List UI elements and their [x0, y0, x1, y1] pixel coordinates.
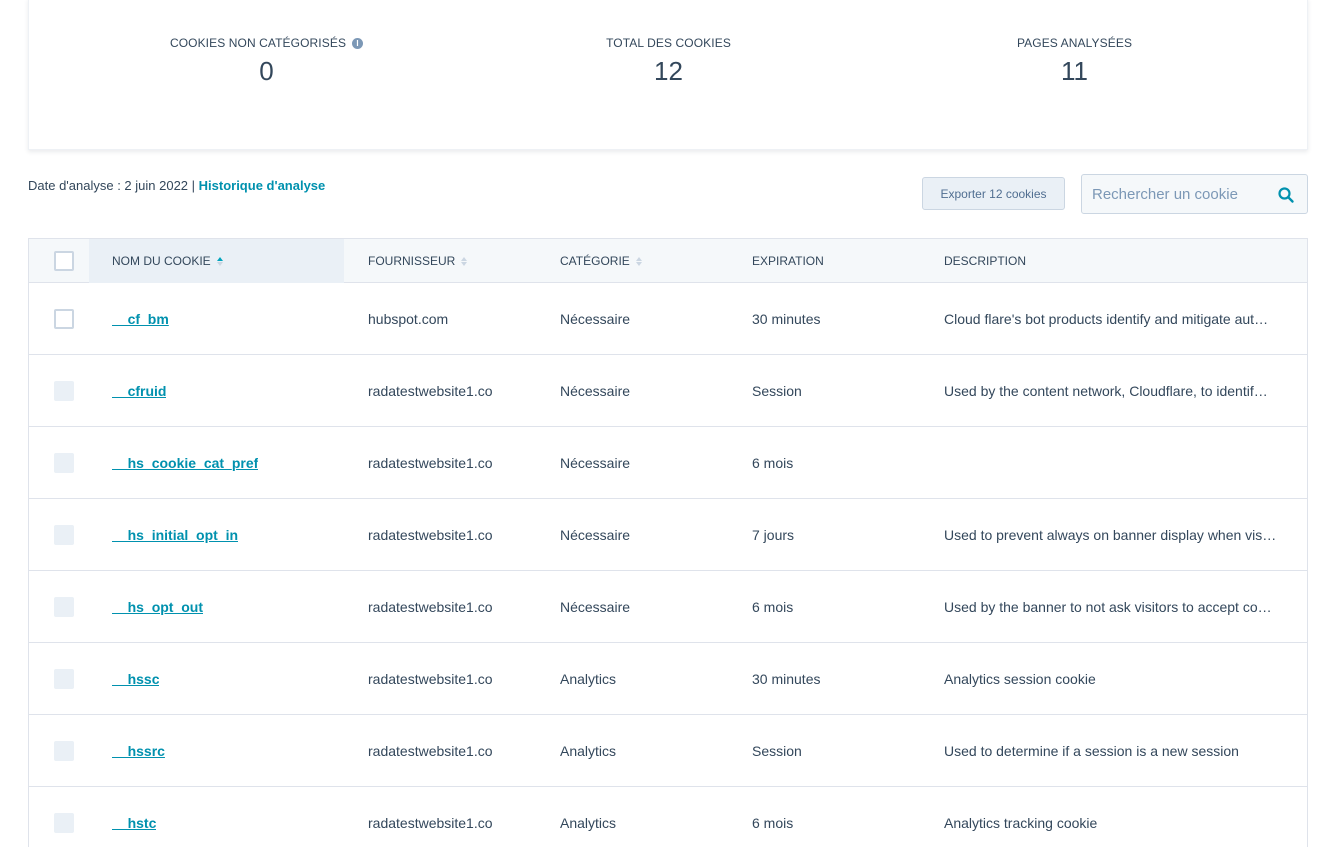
cookie-expiration: 6 mois: [752, 599, 794, 615]
row-checkbox: [54, 525, 74, 545]
cookie-expiration: 30 minutes: [752, 311, 821, 327]
sort-icon: [461, 256, 468, 266]
cookie-description: Used to determine if a session is a new …: [944, 743, 1239, 759]
row-checkbox: [54, 381, 74, 401]
cookie-provider: hubspot.com: [368, 311, 449, 327]
cookie-provider: radatestwebsite1.co: [368, 743, 493, 759]
cookie-description: Cloud flare's bot products identify and …: [944, 311, 1269, 327]
table-body: __cf_bm hubspot.com Nécessaire 30 minutes Cl…: [29, 283, 1307, 847]
cookie-category: Nécessaire: [560, 527, 631, 543]
column-header-category[interactable]: CATÉGORIE: [560, 239, 642, 283]
cookie-description: Analytics tracking cookie: [944, 815, 1098, 831]
row-checkbox: [54, 669, 74, 689]
cookie-category: Analytics: [560, 671, 617, 687]
stat-value: 0: [259, 56, 274, 86]
table-row: __hs_cookie_cat_pref radatestwebsite1.co N…: [29, 427, 1307, 499]
cookie-expiration: 6 mois: [752, 815, 794, 831]
select-all-checkbox[interactable]: [54, 251, 74, 271]
cookie-expiration: 7 jours: [752, 527, 795, 543]
column-header-provider[interactable]: FOURNISSEUR: [368, 239, 468, 283]
stat-value: 12: [654, 56, 683, 86]
cookie-category: Nécessaire: [560, 383, 631, 399]
table-row: __hs_opt_out radatestwebsite1.co Nécessair…: [29, 571, 1307, 643]
table-row: __cfruid radatestwebsite1.co Nécessaire Ses…: [29, 355, 1307, 427]
cookie-description: Analytics session cookie: [944, 671, 1096, 687]
search-box[interactable]: [1081, 174, 1308, 214]
cookie-name-link[interactable]: __hs_cookie_cat_pref: [112, 455, 258, 471]
cookie-name-link[interactable]: __hs_opt_out: [112, 599, 203, 615]
stat-value: 11: [1061, 56, 1088, 86]
cookie-expiration: Session: [752, 743, 802, 759]
column-header-expiration: EXPIRATION: [752, 254, 824, 268]
table-row: __cf_bm hubspot.com Nécessaire 30 minutes Cl…: [29, 283, 1307, 355]
cookie-expiration: 6 mois: [752, 455, 794, 471]
cookie-category: Analytics: [560, 743, 617, 759]
row-checkbox: [54, 453, 74, 473]
stat-uncategorized: COOKIES NON CATÉGORISÉS i 0: [124, 36, 409, 86]
cookie-category: Nécessaire: [560, 311, 631, 327]
cookie-provider: radatestwebsite1.co: [368, 671, 493, 687]
stat-label: COOKIES NON CATÉGORISÉS: [169, 36, 347, 50]
cookie-category: Analytics: [560, 815, 617, 831]
table-row: __hstc radatestwebsite1.co Analytics 6 mois…: [29, 787, 1307, 847]
analysis-date: Date d'analyse : 2 juin 2022 |: [28, 178, 199, 193]
stats-card: COOKIES NON CATÉGORISÉS i 0 TOTAL DES CO…: [28, 0, 1308, 150]
column-header-name[interactable]: NOM DU COOKIE: [89, 239, 344, 283]
stat-total: TOTAL DES COOKIES 12: [526, 36, 811, 86]
column-header-description: DESCRIPTION: [944, 254, 1027, 268]
table-row: __hssc radatestwebsite1.co Analytics 30 min…: [29, 643, 1307, 715]
cookie-expiration: 30 minutes: [752, 671, 821, 687]
history-link[interactable]: Historique d'analyse: [199, 178, 326, 193]
table-header: NOM DU COOKIE FOURNISSEUR CATÉGORIE EXPI…: [29, 239, 1307, 283]
cookie-provider: radatestwebsite1.co: [368, 383, 493, 399]
info-icon[interactable]: i: [352, 37, 364, 49]
cookie-name-link[interactable]: __hssrc: [112, 743, 165, 759]
cookie-category: Nécessaire: [560, 455, 631, 471]
table-row: __hs_initial_opt_in radatestwebsite1.co Né…: [29, 499, 1307, 571]
row-checkbox: [54, 741, 74, 761]
cookie-name-link[interactable]: __cfruid: [112, 383, 166, 399]
cookie-category: Nécessaire: [560, 599, 631, 615]
cookie-name-link[interactable]: __hs_initial_opt_in: [112, 527, 238, 543]
cookie-description: Used to prevent always on banner display…: [944, 527, 1277, 543]
sort-icon: [216, 256, 223, 266]
cookie-description: Used by the banner to not ask visitors t…: [944, 599, 1272, 615]
cookie-provider: radatestwebsite1.co: [368, 455, 493, 471]
cookie-provider: radatestwebsite1.co: [368, 815, 493, 831]
table-row: __hssrc radatestwebsite1.co Analytics Sessi…: [29, 715, 1307, 787]
cookie-expiration: Session: [752, 383, 802, 399]
cookie-provider: radatestwebsite1.co: [368, 599, 493, 615]
row-checkbox[interactable]: [54, 309, 74, 329]
cookie-name-link[interactable]: __hssc: [112, 671, 159, 687]
stat-pages: PAGES ANALYSÉES 11: [932, 36, 1217, 86]
export-button[interactable]: Exporter 12 cookies: [922, 177, 1065, 210]
sort-icon: [635, 256, 642, 266]
search-input[interactable]: [1082, 175, 1262, 213]
stat-label: PAGES ANALYSÉES: [1016, 36, 1133, 50]
cookie-provider: radatestwebsite1.co: [368, 527, 493, 543]
analysis-date-line: Date d'analyse : 2 juin 2022 | Historiqu…: [28, 178, 325, 193]
row-checkbox: [54, 597, 74, 617]
search-icon[interactable]: [1277, 186, 1295, 204]
cookie-name-link[interactable]: __cf_bm: [112, 311, 169, 327]
stat-label: TOTAL DES COOKIES: [606, 36, 731, 50]
cookies-table: NOM DU COOKIE FOURNISSEUR CATÉGORIE EXPI…: [28, 238, 1308, 847]
cookie-name-link[interactable]: __hstc: [112, 815, 156, 831]
cookie-description: Used by the content network, Cloudflare,…: [944, 383, 1268, 399]
row-checkbox: [54, 813, 74, 833]
